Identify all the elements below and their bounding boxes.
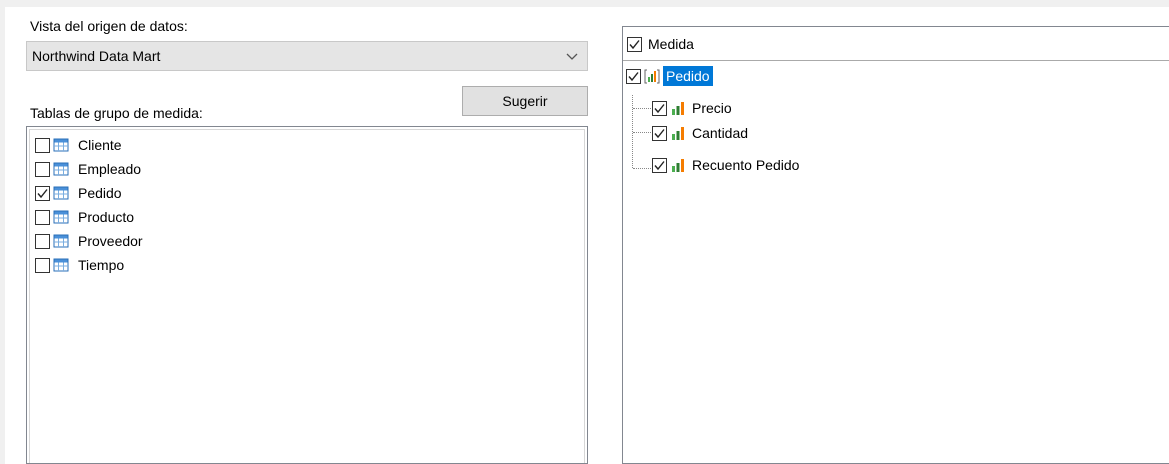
measure-icon (672, 159, 684, 172)
measure-label: Precio (692, 100, 732, 116)
table-label: Proveedor (78, 233, 143, 249)
table-icon (53, 138, 69, 152)
header-divider (623, 60, 1169, 61)
list-item[interactable]: Empleado (35, 157, 141, 181)
table-label: Empleado (78, 161, 142, 177)
list-item[interactable]: Tiempo (35, 253, 124, 277)
tree-connector-branch (633, 168, 653, 169)
table-checkbox[interactable] (35, 233, 50, 249)
measure-group-node[interactable]: Pedido (626, 64, 713, 88)
table-checkbox[interactable] (35, 161, 50, 177)
measure-group-checkbox[interactable] (626, 68, 641, 84)
measure-group-tables-list[interactable]: Cliente Empleado Pedido Producto Proveed… (26, 126, 588, 464)
measure-node[interactable]: Recuento Pedido (652, 153, 799, 177)
measure-node[interactable]: Cantidad (652, 121, 748, 145)
list-item[interactable]: Cliente (35, 133, 122, 157)
checkmark-icon (654, 103, 665, 113)
measure-group-tables-label: Tablas de grupo de medida: (30, 105, 203, 121)
list-item[interactable]: Proveedor (35, 229, 143, 253)
tree-connector-branch (633, 132, 653, 133)
table-label: Cliente (78, 137, 122, 153)
measure-group-icon (644, 69, 660, 84)
measure-checkbox[interactable] (652, 100, 667, 116)
measures-tree-panel[interactable]: Medida (622, 26, 1169, 464)
table-checkbox[interactable] (35, 209, 50, 225)
measure-node[interactable]: Precio (652, 96, 732, 120)
measure-group-label: Pedido (663, 66, 713, 86)
table-icon (53, 234, 69, 248)
measure-label: Cantidad (692, 125, 749, 141)
table-checkbox[interactable] (35, 137, 50, 153)
measures-header-checkbox[interactable] (627, 36, 642, 52)
tree-connector-branch (633, 108, 653, 109)
checkmark-icon (37, 188, 48, 198)
window-top-strip (0, 0, 1169, 7)
measure-checkbox[interactable] (652, 125, 667, 141)
table-checkbox[interactable] (35, 257, 50, 273)
data-source-dropdown[interactable]: Northwind Data Mart (26, 41, 588, 71)
data-source-value: Northwind Data Mart (32, 48, 161, 64)
measure-icon (672, 127, 684, 140)
checkmark-icon (628, 71, 639, 81)
chevron-down-icon (566, 53, 578, 60)
checkmark-icon (629, 39, 640, 49)
table-label: Pedido (78, 185, 122, 201)
measure-label: Recuento Pedido (692, 157, 800, 173)
measures-header[interactable]: Medida (627, 33, 694, 55)
table-label: Producto (78, 209, 135, 225)
suggest-button[interactable]: Sugerir (462, 86, 588, 116)
list-item[interactable]: Producto (35, 205, 134, 229)
measure-checkbox[interactable] (652, 157, 667, 173)
data-source-label: Vista del origen de datos: (30, 18, 188, 34)
table-icon (53, 162, 69, 176)
measures-header-label: Medida (648, 36, 694, 52)
measure-icon (672, 102, 684, 115)
list-item[interactable]: Pedido (35, 181, 122, 205)
window-left-strip (0, 7, 5, 464)
table-icon (53, 186, 69, 200)
table-checkbox-checked[interactable] (35, 185, 50, 201)
table-icon (53, 258, 69, 272)
checkmark-icon (654, 160, 665, 170)
table-icon (53, 210, 69, 224)
checkmark-icon (654, 128, 665, 138)
table-label: Tiempo (78, 257, 125, 273)
